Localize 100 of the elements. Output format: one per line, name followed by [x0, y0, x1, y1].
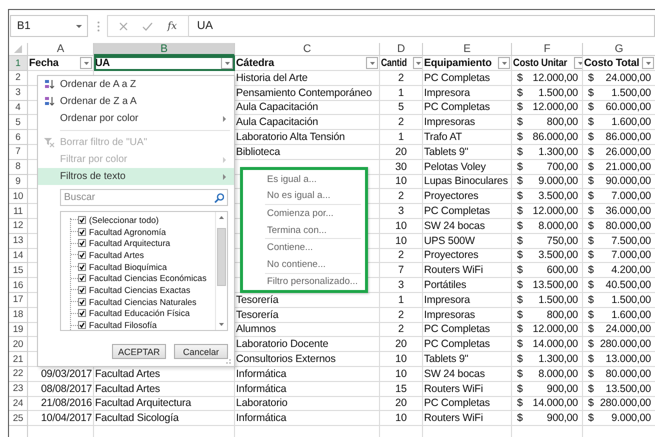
- formula-input[interactable]: UA: [189, 15, 655, 37]
- menu-item[interactable]: Contiene...: [243, 239, 365, 256]
- table-cell: Tesorería: [235, 308, 380, 323]
- dialog-button[interactable]: ACEPTAR: [112, 344, 166, 359]
- row-number[interactable]: 18: [9, 308, 28, 323]
- column-header[interactable]: B: [94, 43, 235, 56]
- menu-item[interactable]: Comienza por...: [243, 205, 365, 222]
- menu-item[interactable]: Filtros de texto: [38, 168, 234, 185]
- menu-item[interactable]: Ordenar por color: [38, 110, 234, 127]
- row-number[interactable]: 15: [9, 263, 28, 278]
- column-header[interactable]: D: [380, 43, 423, 56]
- currency-symbol: $: [517, 131, 523, 144]
- row-number[interactable]: 13: [9, 234, 28, 249]
- currency-symbol: $: [588, 190, 594, 202]
- amount-text: 14.000,00: [532, 397, 578, 410]
- table-cell: Impresoras: [423, 115, 512, 130]
- currency-symbol: $: [517, 160, 523, 173]
- currency-symbol: $: [517, 264, 523, 276]
- checkbox-label[interactable]: Facultad Ciencias Económicas: [89, 273, 207, 284]
- row-number[interactable]: 20: [9, 337, 28, 352]
- table-cell: Routers WiFi: [423, 382, 512, 397]
- menu-item[interactable]: Es igual a...: [243, 171, 365, 188]
- table-cell: Informática: [235, 366, 380, 382]
- table-cell: PC Completas: [423, 204, 512, 219]
- row-number[interactable]: 10: [9, 189, 28, 204]
- row-number[interactable]: 1: [9, 56, 28, 71]
- row-number[interactable]: 14: [9, 248, 28, 264]
- search-field[interactable]: Buscar: [60, 189, 228, 206]
- checkbox-label[interactable]: Facultad Agronomía: [89, 226, 166, 237]
- currency-symbol: $: [517, 190, 523, 202]
- column-header[interactable]: C: [235, 43, 380, 56]
- row-number[interactable]: 23: [9, 382, 28, 397]
- amount-text: 700,00: [546, 160, 578, 173]
- table-cell: 2: [380, 308, 423, 323]
- table-cell: 10: [380, 352, 423, 367]
- row-number[interactable]: 16: [9, 278, 28, 293]
- row-number[interactable]: 2: [9, 71, 28, 86]
- checkbox-label[interactable]: Facultad Filosofía: [89, 320, 157, 330]
- table-cell: Facultad Arquitectura: [94, 396, 235, 412]
- row-number[interactable]: 22: [9, 366, 28, 382]
- row-number[interactable]: 4: [9, 100, 28, 116]
- checkbox-label[interactable]: Facultad Artes: [89, 250, 144, 260]
- checkbox-label[interactable]: Facultad Ciencias Naturales: [89, 296, 196, 307]
- currency-symbol: $: [588, 382, 594, 395]
- row-number[interactable]: 12: [9, 218, 28, 234]
- checkbox-label[interactable]: Facultad Educación Física: [89, 308, 190, 318]
- table-cell: Lupas Binoculares: [423, 174, 512, 190]
- row-number[interactable]: 9: [9, 174, 28, 190]
- checkbox-label[interactable]: (Seleccionar todo): [89, 214, 159, 225]
- table-cell: 10: [380, 234, 423, 249]
- insert-function-button[interactable]: fx: [168, 20, 177, 32]
- column-header[interactable]: G: [583, 43, 655, 56]
- table-cell: 21/08/2016: [28, 396, 94, 412]
- amount-text: 900,00: [546, 412, 578, 424]
- menu-item[interactable]: Filtro personalizado...: [243, 274, 365, 290]
- column-header[interactable]: E: [423, 43, 512, 56]
- row-number[interactable]: 17: [9, 292, 28, 308]
- row-number[interactable]: 7: [9, 144, 28, 160]
- table-cell: Biblioteca: [235, 144, 380, 160]
- row-number[interactable]: 24: [9, 396, 28, 412]
- header-cell: Fecha: [29, 57, 59, 69]
- menu-item[interactable]: Termina con...: [243, 222, 365, 238]
- menu-item[interactable]: No es igual a...: [243, 188, 365, 204]
- currency-symbol: $: [588, 205, 594, 218]
- table-cell: Aula Capacitación: [235, 100, 380, 116]
- table-cell: 10: [380, 218, 423, 234]
- column-header[interactable]: F: [512, 43, 583, 56]
- checkbox-label[interactable]: Facultad Arquitectura: [89, 238, 170, 248]
- table-cell: 08/08/2017: [28, 382, 94, 397]
- amount-text: 13.500,00: [532, 279, 578, 292]
- table-cell: 2: [380, 248, 423, 264]
- amount-text: 1.300,00: [538, 353, 578, 366]
- table-cell: Aula Capacitación: [235, 115, 380, 130]
- row-number[interactable]: 5: [9, 115, 28, 130]
- checkbox-label[interactable]: Facultad Ciencias Exactas: [89, 284, 190, 295]
- currency-symbol: $: [588, 86, 594, 99]
- row-number[interactable]: 8: [9, 160, 28, 175]
- amount-text: 7.000,00: [611, 190, 651, 202]
- currency-symbol: $: [517, 116, 523, 128]
- menu-item[interactable]: Ordenar de A a Z: [38, 76, 234, 93]
- row-number[interactable]: 11: [9, 204, 28, 219]
- amount-text: 36.000,00: [606, 205, 651, 218]
- amount-text: 1.600,00: [611, 308, 651, 321]
- menu-item[interactable]: Ordenar de Z a A: [38, 93, 234, 110]
- table-cell: Tablets 9": [423, 144, 512, 160]
- currency-symbol: $: [517, 382, 523, 395]
- table-cell: Informática: [235, 411, 380, 426]
- name-box[interactable]: B1: [10, 15, 88, 37]
- menu-item[interactable]: No contiene...: [243, 256, 365, 273]
- checkbox-label[interactable]: Facultad Bioquímica: [89, 262, 167, 272]
- column-header[interactable]: A: [28, 43, 94, 56]
- row-number[interactable]: 6: [9, 130, 28, 145]
- row-number[interactable]: 25: [9, 411, 28, 426]
- amount-text: 8.000,00: [538, 220, 578, 232]
- currency-symbol: $: [588, 279, 594, 292]
- row-number[interactable]: 3: [9, 86, 28, 101]
- row-number[interactable]: 21: [9, 352, 28, 367]
- row-number[interactable]: 19: [9, 322, 28, 338]
- dialog-button[interactable]: Cancelar: [174, 344, 228, 359]
- amount-text: 12.000,00: [532, 323, 578, 336]
